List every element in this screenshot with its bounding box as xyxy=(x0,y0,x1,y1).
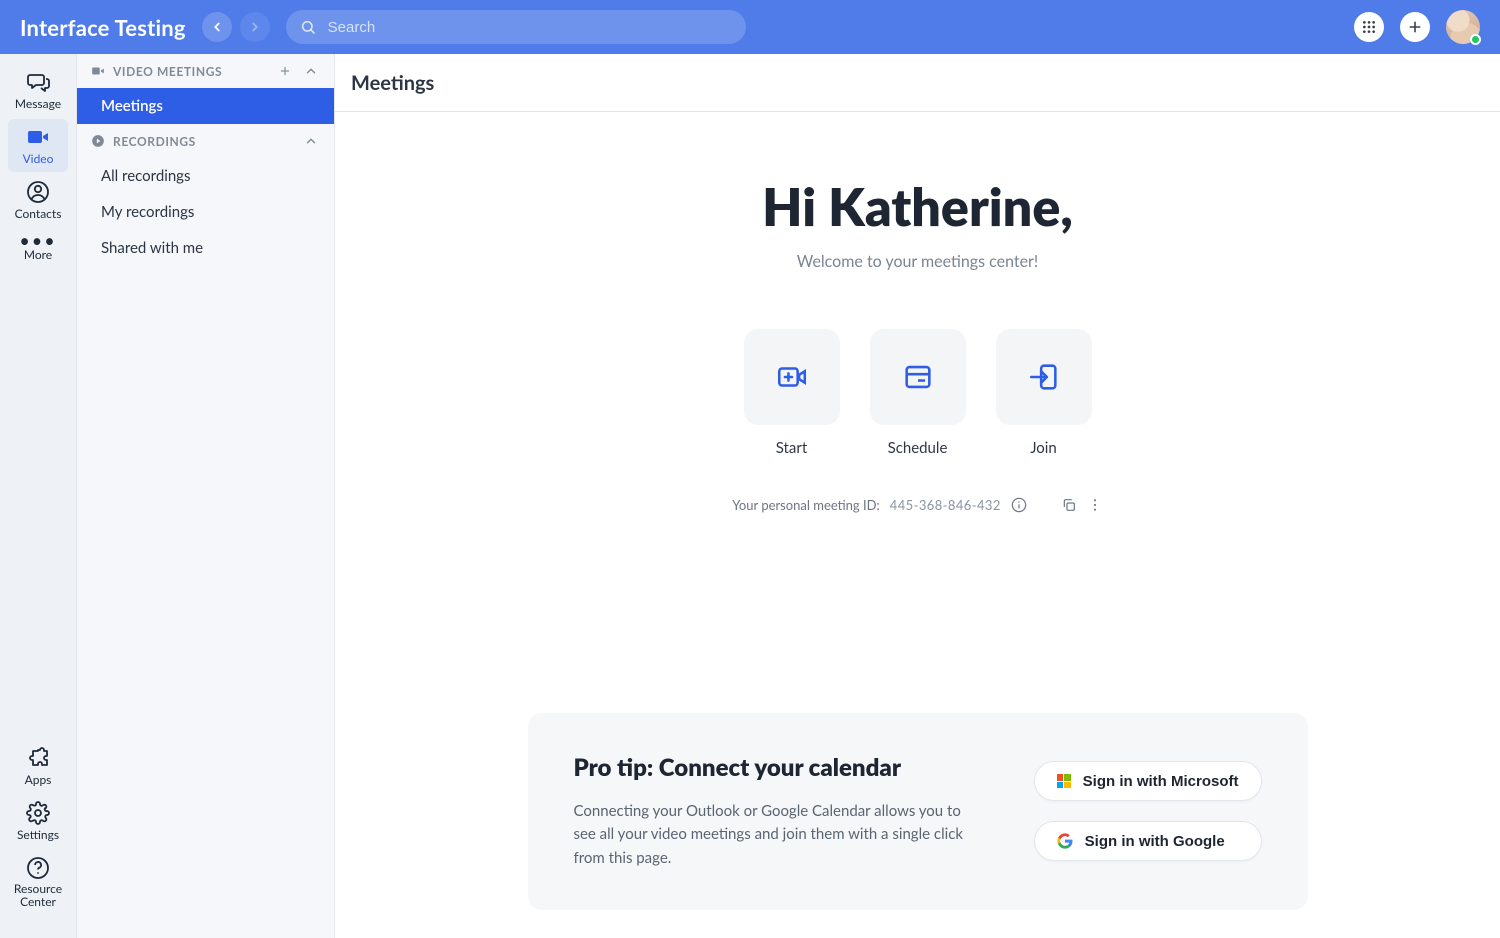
sign-in-microsoft-button[interactable]: Sign in with Microsoft xyxy=(1034,761,1262,801)
nav-back-button[interactable] xyxy=(202,12,232,42)
sidebar-item-label: Shared with me xyxy=(101,239,203,257)
rail-label: Resource Center xyxy=(3,882,73,908)
pmi-copy-button[interactable] xyxy=(1061,497,1077,513)
chevron-right-icon xyxy=(248,20,262,34)
sidebar-item-label: All recordings xyxy=(101,167,190,185)
microsoft-logo-icon xyxy=(1057,774,1071,788)
action-start[interactable]: Start xyxy=(744,329,840,457)
rail-label: Video xyxy=(23,151,54,166)
action-label: Schedule xyxy=(888,439,948,457)
add-meeting-icon[interactable] xyxy=(276,62,294,80)
calendar-icon xyxy=(901,360,935,394)
action-join[interactable]: Join xyxy=(996,329,1092,457)
collapse-video-meetings[interactable] xyxy=(302,62,320,80)
info-icon xyxy=(1011,497,1027,513)
oauth-button-label: Sign in with Google xyxy=(1085,833,1225,850)
search-field[interactable] xyxy=(286,10,746,44)
sidebar-item-label: My recordings xyxy=(101,203,194,221)
rail-item-resource-center[interactable]: Resource Center xyxy=(3,850,73,914)
action-label: Join xyxy=(1030,439,1057,457)
section-header-recordings: RECORDINGS xyxy=(77,124,334,158)
plus-icon xyxy=(1407,19,1423,35)
puzzle-icon xyxy=(26,746,50,770)
dialpad-button[interactable] xyxy=(1354,12,1384,42)
sidebar-item-my-recordings[interactable]: My recordings xyxy=(77,194,334,230)
sidebar-item-shared-with-me[interactable]: Shared with me xyxy=(77,230,334,266)
nav-arrows xyxy=(202,12,270,42)
pmi-value: 445-368-846-432 xyxy=(890,497,1001,513)
personal-meeting-id-row: Your personal meeting ID: 445-368-846-43… xyxy=(732,497,1103,513)
meeting-actions: Start Schedule Join xyxy=(744,329,1092,457)
action-label: Start xyxy=(776,439,807,457)
presence-badge xyxy=(1470,34,1481,45)
protip-title: Pro tip: Connect your calendar xyxy=(574,753,994,782)
video-small-icon xyxy=(91,64,105,78)
section-header-label: VIDEO MEETINGS xyxy=(113,64,222,79)
action-schedule[interactable]: Schedule xyxy=(870,329,966,457)
secondary-sidebar: VIDEO MEETINGS Meetings RECORDINGS xyxy=(77,54,335,938)
rail-item-settings[interactable]: Settings xyxy=(8,795,68,848)
sidebar-item-label: Meetings xyxy=(101,97,163,115)
rail-item-video[interactable]: Video xyxy=(8,119,68,172)
collapse-recordings[interactable] xyxy=(302,132,320,150)
video-plus-icon xyxy=(775,360,809,394)
more-icon: ••• xyxy=(19,235,56,245)
help-icon xyxy=(26,856,50,880)
sign-in-google-button[interactable]: Sign in with Google xyxy=(1034,821,1262,861)
copy-icon xyxy=(1061,497,1077,513)
new-button[interactable] xyxy=(1400,12,1430,42)
app-title: Interface Testing xyxy=(20,14,186,41)
rail-label: More xyxy=(24,247,52,262)
sidebar-item-all-recordings[interactable]: All recordings xyxy=(77,158,334,194)
section-header-video-meetings: VIDEO MEETINGS xyxy=(77,54,334,88)
recordings-icon xyxy=(91,134,105,148)
protip-body: Connecting your Outlook or Google Calend… xyxy=(574,800,964,870)
video-icon xyxy=(26,125,50,149)
join-icon xyxy=(1027,360,1061,394)
dialpad-icon xyxy=(1361,19,1377,35)
rail-label: Settings xyxy=(17,827,59,842)
sidebar-item-meetings[interactable]: Meetings xyxy=(77,88,334,124)
top-bar: Interface Testing xyxy=(0,0,1500,54)
gear-icon xyxy=(26,801,50,825)
rail-label: Apps xyxy=(25,772,52,787)
contacts-icon xyxy=(26,180,50,204)
google-logo-icon xyxy=(1057,833,1073,849)
nav-rail: Message Video Contacts ••• More Apps xyxy=(0,54,77,938)
chevron-up-icon xyxy=(304,64,318,78)
greeting-heading: Hi Katherine, xyxy=(762,176,1073,238)
section-header-label: RECORDINGS xyxy=(113,134,196,149)
protip-card: Pro tip: Connect your calendar Connectin… xyxy=(528,713,1308,910)
search-input[interactable] xyxy=(326,18,732,37)
rail-item-message[interactable]: Message xyxy=(8,64,68,117)
chevron-left-icon xyxy=(210,20,224,34)
more-vertical-icon xyxy=(1087,497,1103,513)
page-title: Meetings xyxy=(335,54,1500,112)
search-icon xyxy=(300,19,316,35)
nav-forward-button[interactable] xyxy=(240,12,270,42)
plus-icon xyxy=(278,64,292,78)
message-icon xyxy=(26,70,50,94)
rail-item-apps[interactable]: Apps xyxy=(8,740,68,793)
oauth-button-label: Sign in with Microsoft xyxy=(1083,773,1239,790)
rail-item-more[interactable]: ••• More xyxy=(8,229,68,268)
user-avatar[interactable] xyxy=(1446,10,1480,44)
pmi-label: Your personal meeting ID: xyxy=(732,497,880,513)
pmi-more-button[interactable] xyxy=(1087,497,1103,513)
main-content: Meetings Hi Katherine, Welcome to your m… xyxy=(335,54,1500,938)
pmi-info-button[interactable] xyxy=(1011,497,1027,513)
rail-item-contacts[interactable]: Contacts xyxy=(8,174,68,227)
rail-label: Contacts xyxy=(15,206,62,221)
rail-label: Message xyxy=(15,96,61,111)
greeting-subtitle: Welcome to your meetings center! xyxy=(797,252,1038,271)
chevron-up-icon xyxy=(304,134,318,148)
